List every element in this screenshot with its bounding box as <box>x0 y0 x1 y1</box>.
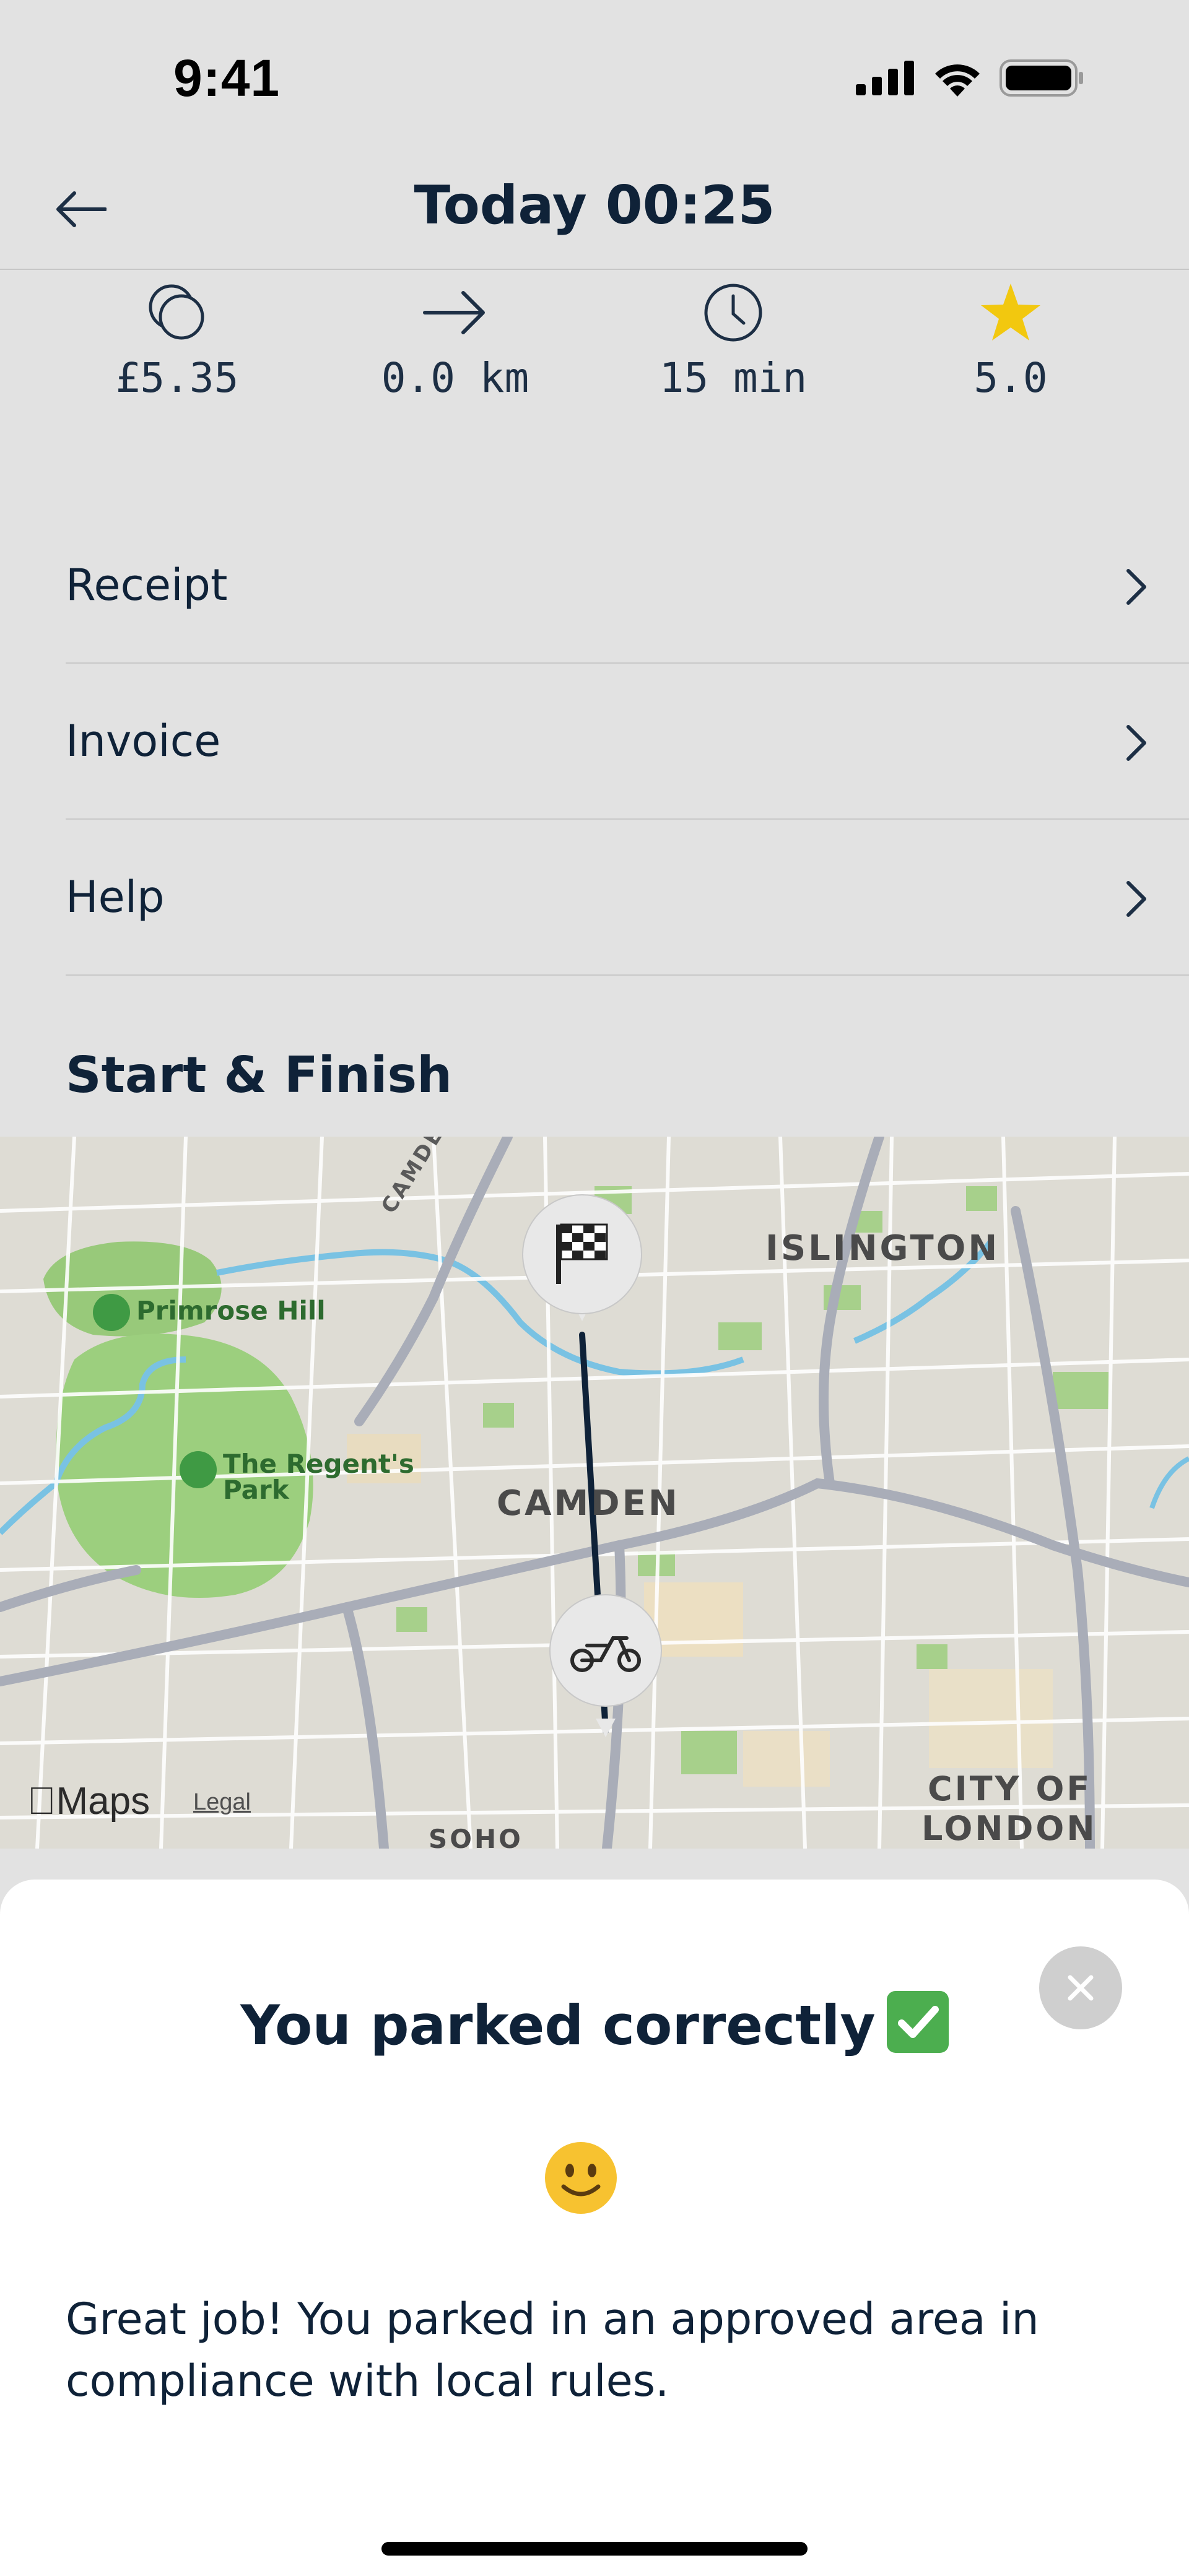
menu-item-invoice[interactable]: Invoice <box>66 664 1189 820</box>
chevron-right-icon <box>1126 725 1146 761</box>
status-bar: 9:41 <box>0 0 1189 149</box>
map-label-regents-park: The Regent's Park <box>180 1451 414 1503</box>
park-icon <box>180 1451 217 1488</box>
chevron-right-icon <box>1126 881 1146 917</box>
arrow-right-icon <box>423 291 485 334</box>
section-title-start-finish: Start & Finish <box>66 1046 453 1104</box>
apple-logo-icon:  <box>27 1780 56 1823</box>
map-label-city-of: CITY OF <box>928 1769 1092 1808</box>
ride-stats: £5.35 0.0 km 15 min 5.0 <box>0 272 1189 433</box>
menu-item-label: Invoice <box>66 716 221 766</box>
status-time: 9:41 <box>173 49 281 107</box>
wifi-icon <box>935 64 980 97</box>
check-mark-icon <box>886 1991 949 2053</box>
route-map[interactable]: ISLINGTON CAMDEN CAMDEN ROAD CITY OF LON… <box>0 1137 1189 1849</box>
map-label-soho: SOHO <box>429 1824 523 1849</box>
park-icon <box>93 1294 130 1331</box>
map-label-camden: CAMDEN <box>497 1483 680 1524</box>
header: Today 00:25 <box>0 149 1189 270</box>
parking-result-sheet: You parked correctly Great job! You park… <box>0 1880 1189 2576</box>
apple-maps-logo: Maps <box>27 1780 150 1823</box>
cellular-signal-icon <box>856 61 914 95</box>
map-legal-link[interactable]: Legal <box>193 1789 251 1816</box>
page-title: Today 00:25 <box>414 175 775 236</box>
stat-rating: 5.0 <box>899 272 1122 402</box>
menu-item-label: Help <box>66 872 165 922</box>
stat-duration-value: 15 min <box>659 354 808 402</box>
stat-price: £5.35 <box>66 272 289 402</box>
status-icons <box>856 59 1084 97</box>
stat-price-value: £5.35 <box>115 354 239 402</box>
stat-distance-value: 0.0 km <box>381 354 529 402</box>
chevron-right-icon <box>1126 569 1146 605</box>
battery-icon <box>1000 59 1083 97</box>
home-indicator[interactable] <box>381 2542 808 2556</box>
sheet-title: You parked correctly <box>0 1991 1189 2057</box>
stat-distance: 0.0 km <box>344 272 567 402</box>
map-label-primrose-hill: Primrose Hill <box>93 1294 326 1331</box>
map-label-islington: ISLINGTON <box>765 1228 1000 1268</box>
star-icon <box>981 284 1040 340</box>
menu-item-label: Receipt <box>66 560 228 610</box>
menu-item-receipt[interactable]: Receipt <box>66 508 1189 664</box>
smiley-face-icon <box>545 2142 617 2214</box>
sheet-body-text: Great job! You parked in an approved are… <box>66 2294 1039 2406</box>
ride-menu: Receipt Invoice Help <box>66 508 1189 976</box>
menu-item-help[interactable]: Help <box>66 820 1189 976</box>
clock-icon <box>704 284 762 342</box>
stat-duration: 15 min <box>622 272 845 402</box>
coins-icon <box>149 284 204 340</box>
stat-rating-value: 5.0 <box>973 354 1048 402</box>
map-label-london: LONDON <box>921 1809 1097 1848</box>
